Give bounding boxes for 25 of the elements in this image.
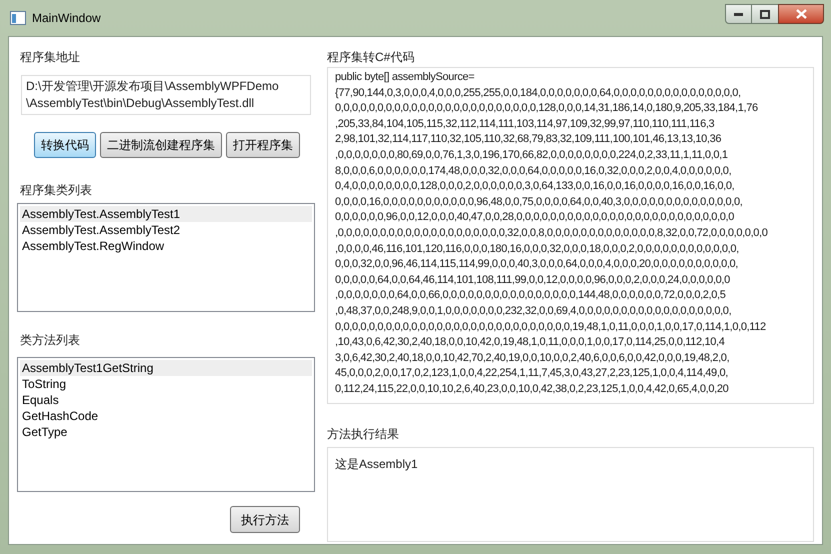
close-button[interactable] bbox=[778, 4, 824, 24]
minimize-icon bbox=[734, 12, 743, 16]
action-button[interactable]: 转换代码 bbox=[34, 132, 96, 158]
list-box[interactable]: AssemblyTest.AssemblyTest1 AssemblyTest.AssemblyTest2 AssemblyTest.RegWindow bbox=[17, 203, 315, 312]
section-label: 程序集转C#代码 bbox=[327, 50, 414, 64]
maximize-button[interactable] bbox=[752, 4, 778, 24]
code-text: public byte[] assemblySource= {77,90,144,0,3,0,0,0,4,0,0,0,255,255,0,0,184,0,0,0,0,0,0,0,64,0,0,0,0,0,0,0,0,0,0,0,0,0,0,0, 0,0,0,0,0,0,0,0,0,0,0,0,0,0,0,0,0,0,0,0,0,0,0,0,128,0,0,0,14,31,186,14,0,180,9,205,33,184,1,76 ,205,33,84,104,105,115,32,112,114,111,103,114,97,109,32,99,97,110,110,111,116,3 2,98,101,32,114,117,110,32,105,110,32,68,79,83,32,109,111,100,101,46,13,13,10,36 ,0,0,0,0,0,0,0,80,69,0,0,76,1,3,0,196,170,66,82,0,0,0,0,0,0,0,0,224,0,2,33,11,1,11,0,0,1 8,0,0,0,6,0,0,0,0,0,0,174,48,0,0,0,32,0,0,0,64,0,0,0,0,0,16,0,32,0,0,0,2,0,0,4,0,0,0,0,0,0, 0,4,0,0,0,0,0,0,0,0,128,0,0,0,2,0,0,0,0,0,0,3,0,64,133,0,0,16,0,0,16,0,0,0,0,16,0,0,16,0,0, 0,0,0,0,16,0,0,0,0,0,0,0,0,0,0,0,96,48,0,0,75,0,0,0,0,64,0,0,40,3,0,0,0,0,0,0,0,0,0,0,0,0,0,0, 0,0,0,0,0,0,96,0,0,12,0,0,0,40,47,0,0,28,0,0,0,0,0,0,0,0,0,0,0,0,0,0,0,0,0,0,0,0,0,0,0,0,0,0 ,0,0,0,0,0,0,0,0,0,0,0,0,0,0,0,0,0,0,0,0,32,0,0,8,0,0,0,0,0,0,0,0,0,0,0,0,0,8,32,0,0,72,0,0,0,0,0,0,0 ,0,0,0,0,46,116,101,120,116,0,0,0,180,16,0,0,0,32,0,0,0,18,0,0,0,2,0,0,0,0,0,0,0,0,0,0,0,0, 0,0,0,32,0,0,96,46,114,115,114,99,0,0,0,40,3,0,0,0,64,0,0,0,4,0,0,0,20,0,0,0,0,0,0,0,0,0,0, 0,0,0,0,0,64,0,0,64,46,114,101,108,111,99,0,0,12,0,0,0,0,96,0,0,0,2,0,0,0,24,0,0,0,0,0,0 ,0,0,0,0,0,0,0,64,0,0,66,0,0,0,0,0,0,0,0,0,0,0,0,0,0,0,0,144,48,0,0,0,0,0,0,72,0,0,0,2,0,5 ,0,48,37,0,0,248,9,0,0,1,0,0,0,0,0,0,0,232,32,0,0,69,4,0,0,0,0,0,0,0,0,0,0,0,0,0,0,0,0,0,0, 0,0,0,0,0,0,0,0,0,0,0,0,0,0,0,0,0,0,0,0,0,0,0,0,0,0,0,0,19,48,1,0,11,0,0,0,1,0,0,17,0,114,1,0,0,112 ,10,43,0,6,42,30,2,40,18,0,0,10,42,0,19,48,1,0,11,0,0,0,1,0,0,17,0,114,25,0,0,112,10,4 3,0,6,42,30,2,40,18,0,0,10,42,70,2,40,19,0,0,10,0,0,2,40,6,0,0,6,0,0,42,0,0,0,19,48,2,0, 45,0,0,0,2,0,0,17,0,2,123,1,0,0,4,22,254,1,11,7,45,3,0,43,27,2,23,125,1,0,0,4,114,49,0, 0,112,24,115,22,0,0,10,10,2,6,40,23,0,0,10,0,42,38,0,2,23,125,1,0,0,4,42,0,65,4,0,0,20 bbox=[335, 70, 769, 397]
minimize-button[interactable] bbox=[725, 4, 752, 24]
window-title: MainWindow bbox=[32, 10, 101, 27]
execute-button[interactable]: 执行方法 bbox=[230, 506, 300, 533]
window-icon bbox=[10, 11, 26, 25]
list-item[interactable]: AssemblyTest.AssemblyTest1 bbox=[20, 206, 312, 222]
path-field[interactable]: D:\开发管理\开源发布项目\AssemblyWPFDemo \AssemblyTest\bin\Debug\AssemblyTest.dll bbox=[21, 75, 311, 115]
section-label: 类方法列表 bbox=[20, 333, 80, 347]
list-item[interactable]: AssemblyTest1GetString bbox=[20, 360, 312, 376]
result-textbox[interactable]: 这是Assembly1 bbox=[327, 447, 814, 542]
section-label: 程序集地址 bbox=[20, 50, 80, 64]
section-label: 方法执行结果 bbox=[327, 427, 399, 441]
action-button[interactable]: 打开程序集 bbox=[226, 132, 300, 158]
close-icon bbox=[796, 9, 806, 19]
list-box[interactable]: AssemblyTest1GetString ToString Equals GetHashCode GetType bbox=[17, 357, 315, 492]
action-button[interactable]: 二进制流创建程序集 bbox=[100, 132, 222, 158]
maximize-icon bbox=[760, 10, 770, 18]
result-text: 这是Assembly1 bbox=[335, 457, 418, 471]
section-label: 程序集类列表 bbox=[20, 183, 92, 197]
